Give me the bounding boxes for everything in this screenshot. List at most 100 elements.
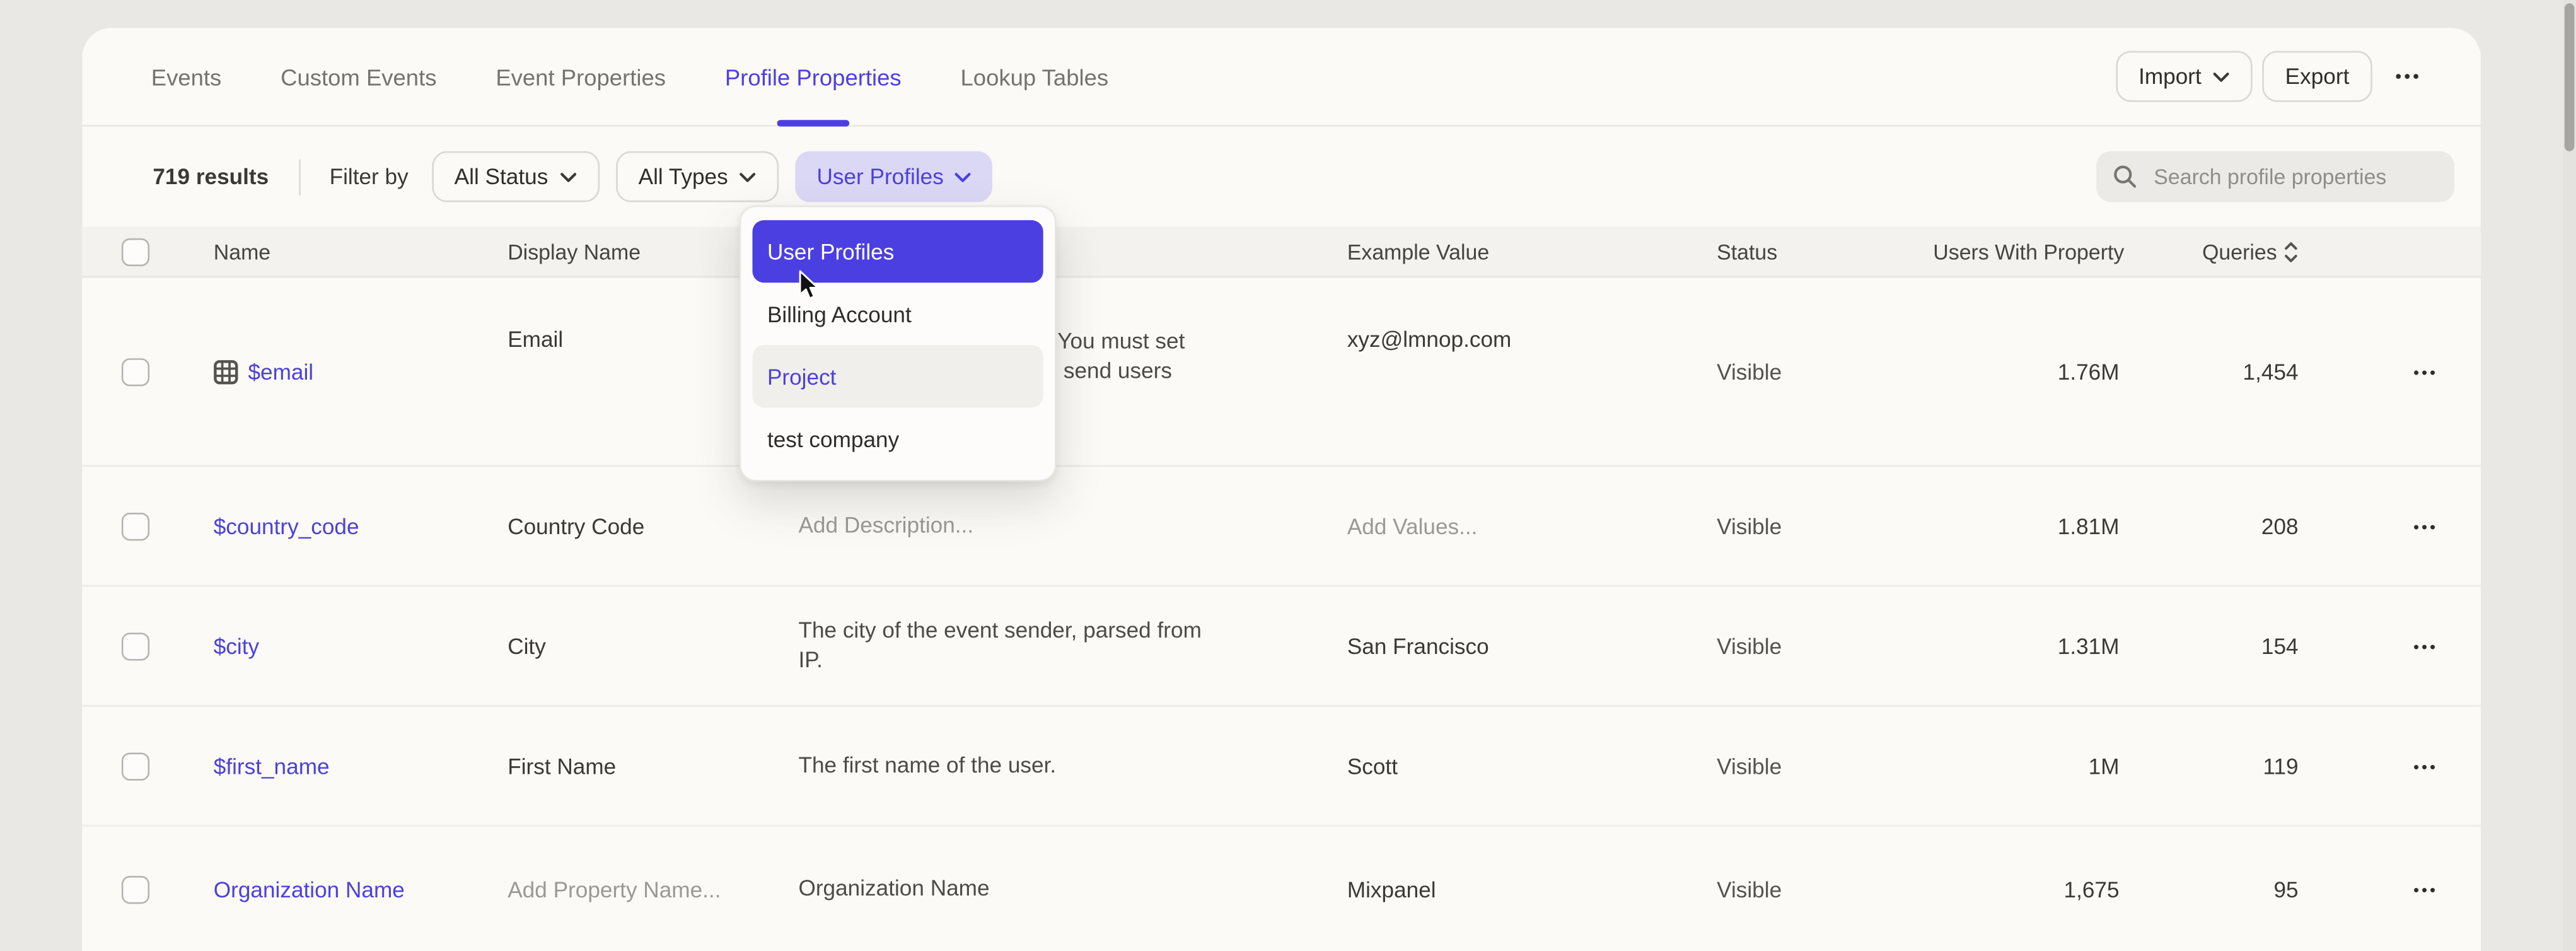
tab-label: Lookup Tables [960,63,1108,90]
table-header: Name Display Name Example Value Status U… [82,227,2481,278]
row-checkbox[interactable] [122,632,149,660]
example-value-cell[interactable]: xyz@lmnop.com [1347,277,1717,351]
import-button[interactable]: Import [2116,51,2253,102]
scrollbar-thumb[interactable] [2565,3,2575,151]
results-count: 719 results [153,165,269,189]
type-filter-label: All Types [639,165,728,189]
entity-filter-label: User Profiles [816,165,943,189]
property-name-link[interactable]: Organization Name [214,877,405,901]
description-cell[interactable]: Organization Name [798,874,1255,904]
queries-cell: 1,454 [2124,359,2308,383]
type-filter-button[interactable]: All Types [615,151,779,202]
tab-events[interactable]: Events [151,28,222,125]
actions-cell: ••• [2308,752,2481,779]
name-cell: Organization Name [214,877,508,901]
header-users-with-property: Users With Property [1923,239,2124,264]
tab-label: Profile Properties [725,63,902,90]
filter-row: 719 results Filter by All Status All Typ… [82,127,2481,227]
search-icon [2113,165,2137,189]
sort-icon [2283,241,2298,262]
dropdown-item-billing-account[interactable]: Billing Account [752,283,1043,345]
table-row: $country_code Country Code Add Descripti… [82,467,2481,586]
export-button[interactable]: Export [2262,51,2372,102]
chevron-down-icon [2213,71,2229,81]
header-status: Status [1717,239,1923,264]
queries-cell: 95 [2124,877,2308,901]
example-value-cell[interactable]: Mixpanel [1347,877,1717,901]
actions-cell: ••• [2308,512,2481,540]
queries-cell: 208 [2124,513,2308,538]
property-name-link[interactable]: $city [214,634,259,658]
actions-cell: ••• [2308,358,2481,385]
status-filter-button[interactable]: All Status [431,151,599,202]
description-cell[interactable]: The first name of the user. [798,751,1255,781]
checkbox-cell [82,512,213,540]
row-actions-button[interactable]: ••• [2410,755,2442,779]
chevron-down-icon [955,172,972,182]
dropdown-item-user-profiles[interactable]: User Profiles [752,220,1043,283]
example-value-cell[interactable]: Scott [1347,754,1717,778]
filter-by-label: Filter by [330,165,409,189]
status-cell: Visible [1717,754,1923,778]
users-with-property-cell: 1.76M [1923,359,2124,383]
name-cell: $country_code [214,513,508,538]
tab-profile-properties[interactable]: Profile Properties [725,28,902,125]
description-cell[interactable]: Add Description... [798,511,1255,540]
example-value-cell[interactable]: Add Values... [1347,513,1717,538]
select-all-checkbox[interactable] [122,238,149,265]
row-actions-button[interactable]: ••• [2410,515,2442,540]
checkbox-cell [82,875,213,903]
tab-label: Custom Events [281,63,436,90]
header-queries-sort[interactable]: Queries [2124,239,2308,264]
more-actions-button[interactable]: ••• [2382,67,2435,86]
profile-properties-page: Events Custom Events Event Properties Pr… [0,0,2576,951]
tab-label: Event Properties [496,63,666,90]
row-checkbox[interactable] [122,512,149,540]
property-name-link[interactable]: $email [248,359,313,383]
row-checkbox[interactable] [122,752,149,779]
users-with-property-cell: 1.81M [1923,513,2124,538]
table-row: $city City The city of the event sender,… [82,586,2481,706]
status-filter-label: All Status [455,165,548,189]
property-name-link[interactable]: $country_code [214,513,359,538]
dropdown-item-project[interactable]: Project [752,345,1043,407]
mouse-cursor-icon [798,269,820,301]
tab-label: Events [151,63,222,90]
tab-event-properties[interactable]: Event Properties [496,28,666,125]
name-cell: $email [214,359,508,383]
row-checkbox[interactable] [122,358,149,385]
description-cell[interactable]: The city of the event sender, parsed fro… [798,616,1255,675]
name-cell: $first_name [214,754,508,778]
display-name-cell[interactable]: City [508,634,798,658]
status-cell: Visible [1717,359,1923,383]
display-name-cell[interactable]: Add Property Name... [508,877,798,901]
table-row: Organization Name Add Property Name... O… [82,827,2481,951]
divider [298,158,300,194]
users-with-property-cell: 1,675 [1923,877,2124,901]
tab-custom-events[interactable]: Custom Events [281,28,436,125]
checkbox-cell [82,632,213,660]
property-name-link[interactable]: $first_name [214,754,330,778]
queries-cell: 119 [2124,754,2308,778]
table-body: $email Email The user's email address. Y… [82,277,2481,951]
queries-cell: 154 [2124,634,2308,658]
row-actions-button[interactable]: ••• [2410,361,2442,385]
tabs-row: Events Custom Events Event Properties Pr… [82,28,2481,126]
chevron-down-icon [560,172,576,182]
row-checkbox[interactable] [122,875,149,903]
entity-dropdown-menu: User Profiles Billing Account Project te… [740,206,1057,482]
tab-lookup-tables[interactable]: Lookup Tables [960,28,1108,125]
dropdown-item-test-company[interactable]: test company [752,407,1043,470]
header-example-value: Example Value [1347,239,1717,264]
row-actions-button[interactable]: ••• [2410,878,2442,903]
status-cell: Visible [1717,513,1923,538]
display-name-cell[interactable]: First Name [508,754,798,778]
example-value-cell[interactable]: San Francisco [1347,634,1717,658]
status-cell: Visible [1717,877,1923,901]
search-box[interactable] [2096,151,2454,202]
row-actions-button[interactable]: ••• [2410,635,2442,660]
display-name-cell[interactable]: Country Code [508,513,798,538]
entity-filter-button[interactable]: User Profiles [796,151,993,202]
actions-cell: ••• [2308,875,2481,903]
search-input[interactable] [2150,163,2438,190]
